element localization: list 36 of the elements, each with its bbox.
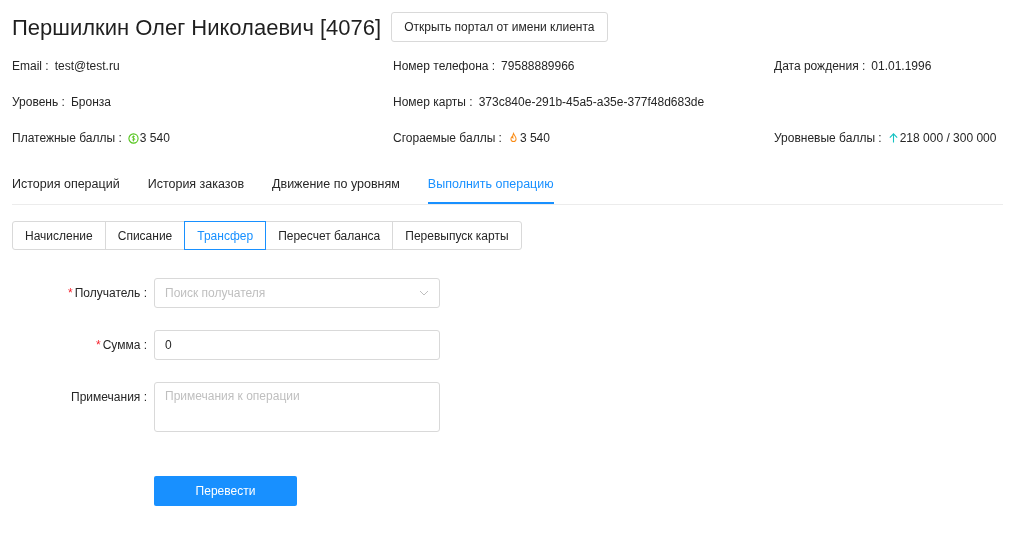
field-value: 218 000 / 300 000 [899,130,997,147]
field-label: Email : [12,58,49,75]
required-mark: * [68,285,73,302]
tab[interactable]: История заказов [147,166,245,204]
field-value: 3 540 [139,130,170,147]
field-label: Примечания : [71,389,147,406]
segment-tab[interactable]: Начисление [12,221,106,250]
segment-tab[interactable]: Пересчет баланса [265,221,394,250]
coin-icon [127,132,140,144]
tab[interactable]: История операций [12,166,120,204]
field-value: 79588889966 [501,58,575,75]
tab[interactable]: Движение по уровням [272,166,400,204]
flame-icon [507,132,520,144]
chevron-down-icon [419,290,429,296]
field-value: 01.01.1996 [871,58,932,75]
field-value: Бронза [70,94,111,111]
field-label: Уровневые баллы : [774,130,882,147]
required-mark: * [95,337,101,354]
field-label: Платежные баллы : [12,130,122,147]
field-value: 3 540 [519,130,550,147]
segment-tab[interactable]: Перевыпуск карты [392,221,522,250]
field-label: Сгораемые баллы : [393,130,502,147]
field-label: Дата рождения : [774,58,866,75]
field-label: Сумма : [102,337,147,354]
page-title: Першилкин Олег Николаевич [4076] [12,13,382,42]
field-label: Уровень : [12,94,65,111]
segment-tab[interactable]: Списание [104,221,186,250]
notes-field[interactable]: Примечания к операции [154,382,440,432]
field-label: Получатель : [74,285,147,302]
arrow-up-icon [887,132,900,144]
amount-input[interactable]: 0 [154,330,440,360]
open-portal-button[interactable]: Открыть портал от имени клиента [391,12,608,42]
field-label: Номер телефона : [393,58,496,75]
field-label: Номер карты : [393,94,473,111]
field-value: test@test.ru [54,58,120,75]
field-value: 373c840e-291b-45a5-a35e-377f48d683de [478,94,705,111]
